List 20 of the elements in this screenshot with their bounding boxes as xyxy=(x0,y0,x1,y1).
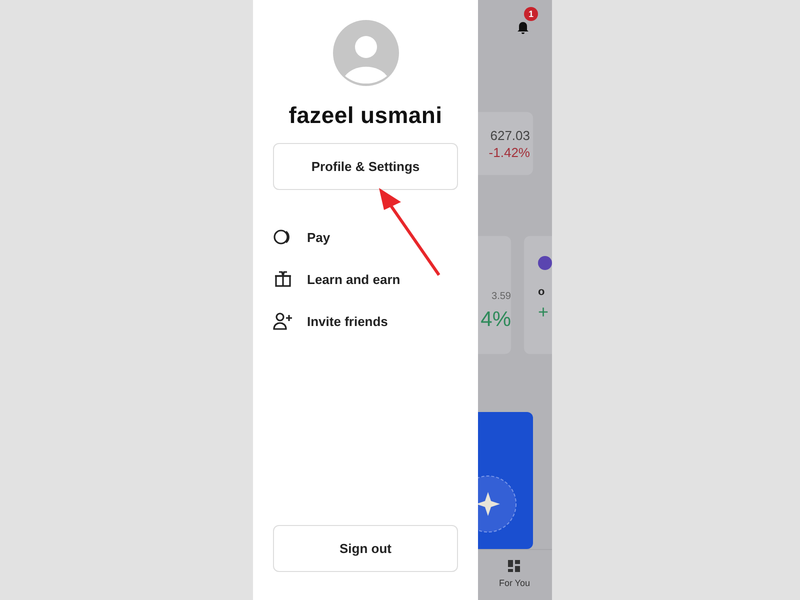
change-text: -1.42% xyxy=(488,144,530,160)
user-name: fazeel usmani xyxy=(288,102,442,129)
add-person-icon xyxy=(273,312,293,330)
coin-icon xyxy=(538,256,552,270)
avatar-icon xyxy=(332,20,398,86)
profile-settings-button[interactable]: Profile & Settings xyxy=(273,143,458,190)
asset-name: o xyxy=(538,286,546,298)
bell-icon[interactable] xyxy=(516,20,530,34)
nav-tab[interactable]: For You xyxy=(492,550,536,600)
gift-icon xyxy=(273,270,293,288)
sign-out-button[interactable]: Sign out xyxy=(273,525,458,572)
price-text: 627.03 xyxy=(490,128,530,142)
price-text: 3.59 xyxy=(492,291,511,302)
grid-icon xyxy=(508,560,520,572)
notification-badge: 1 xyxy=(524,7,538,21)
menu-item[interactable]: Pay xyxy=(307,230,330,244)
change-text: + xyxy=(538,302,550,323)
change-text: 4% xyxy=(480,308,511,332)
menu-item[interactable]: Invite friends xyxy=(307,314,388,328)
menu-item[interactable]: Learn and earn xyxy=(307,272,400,286)
